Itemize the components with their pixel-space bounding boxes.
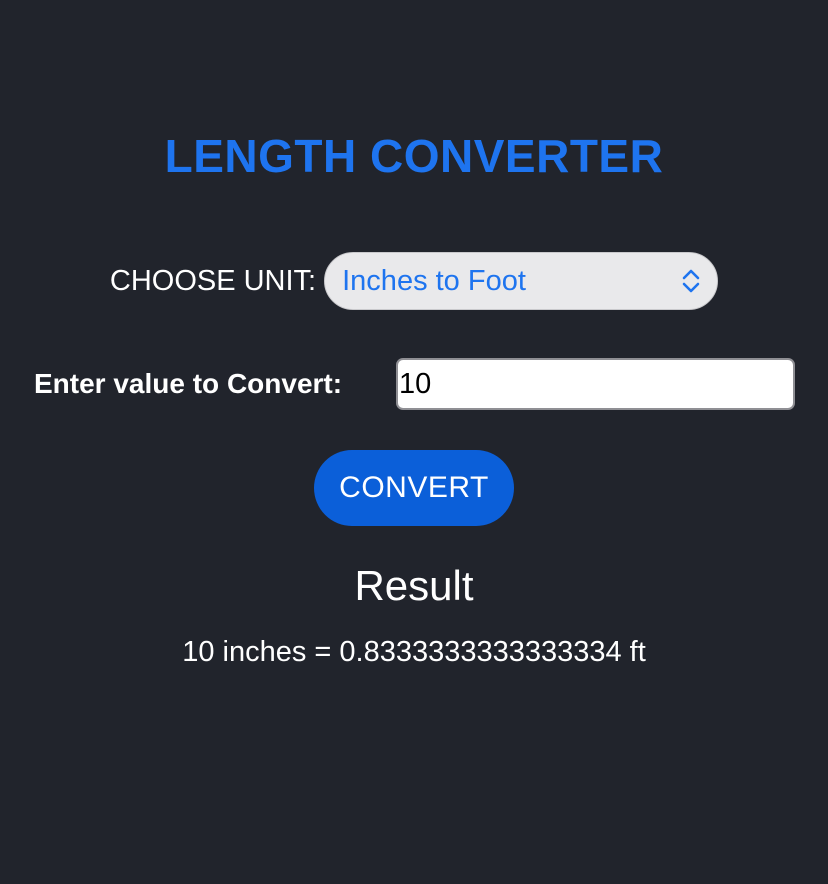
- choose-unit-label: CHOOSE UNIT:: [109, 264, 317, 297]
- unit-select-value: Inches to Foot: [342, 264, 526, 297]
- page-title: LENGTH CONVERTER: [164, 130, 664, 182]
- value-label: Enter value to Convert:: [34, 368, 343, 399]
- value-input[interactable]: [396, 358, 795, 410]
- chevron-up-down-icon: [679, 266, 703, 296]
- unit-row: CHOOSE UNIT: Inches to Foot: [0, 252, 828, 310]
- value-row: Enter value to Convert:: [0, 358, 828, 410]
- unit-select[interactable]: Inches to Foot: [324, 252, 719, 310]
- result-heading: Result: [354, 562, 474, 609]
- result-text: 10 inches = 0.8333333333333334 ft: [182, 636, 646, 668]
- convert-button[interactable]: CONVERT: [314, 450, 514, 526]
